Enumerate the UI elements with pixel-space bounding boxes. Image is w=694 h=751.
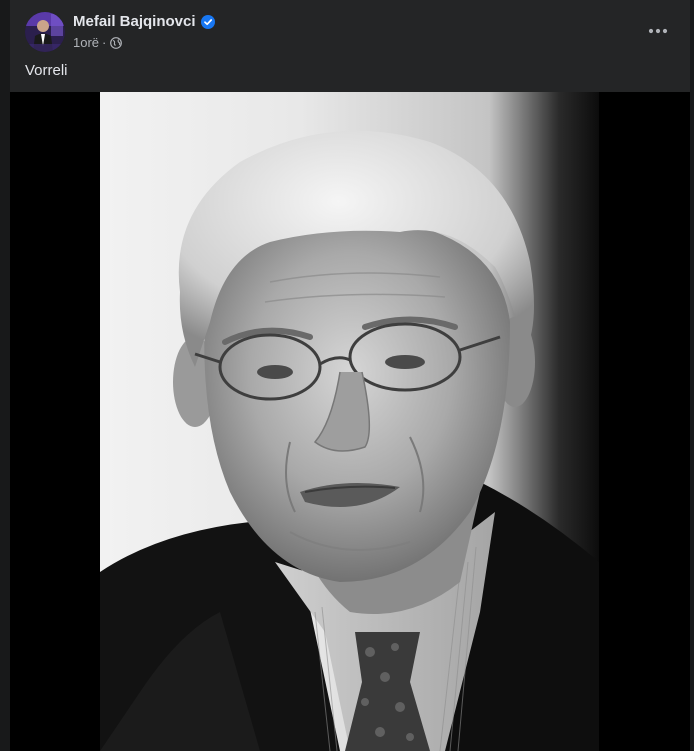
verified-badge-icon: [200, 14, 215, 29]
globe-icon[interactable]: [110, 36, 123, 49]
post-photo[interactable]: [100, 92, 599, 751]
author-name[interactable]: Mefail Bajqinovci: [73, 13, 196, 30]
meta-separator: ·: [102, 35, 107, 50]
post-meta: 1orë ·: [73, 35, 123, 50]
post-header: Mefail Bajqinovci 1orë ·: [10, 0, 690, 60]
post-timestamp[interactable]: 1orë: [73, 35, 99, 50]
more-options-button[interactable]: [640, 16, 676, 46]
more-options-icon: [648, 28, 668, 34]
feed-post: Mefail Bajqinovci 1orë · Vorreli: [10, 0, 690, 751]
post-media: [10, 92, 690, 751]
portrait-photo: [100, 130, 599, 751]
author-avatar[interactable]: [25, 12, 65, 52]
post-text: Vorreli: [25, 62, 68, 79]
avatar-image: [25, 12, 65, 52]
author-row: Mefail Bajqinovci: [73, 13, 215, 30]
